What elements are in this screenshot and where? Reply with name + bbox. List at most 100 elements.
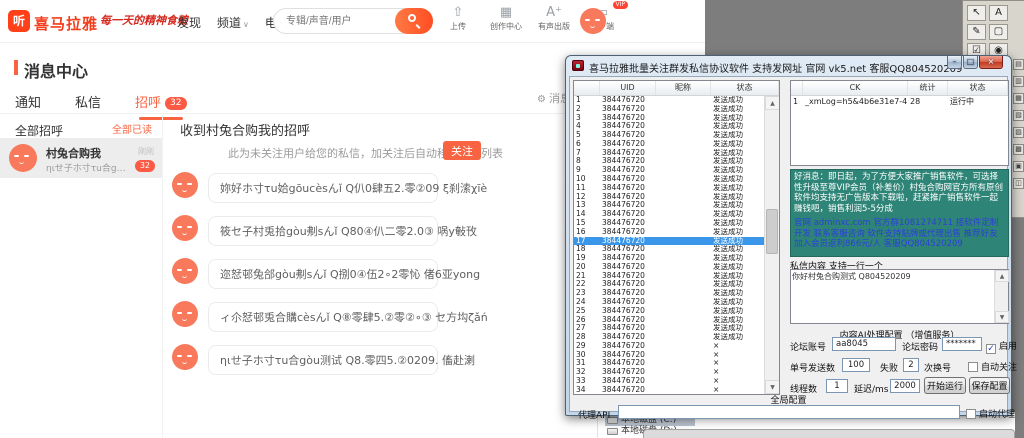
- uid-row[interactable]: 14384476720发送成功: [574, 210, 764, 219]
- search-input[interactable]: [286, 13, 391, 29]
- timer-tool-icon[interactable]: ▣: [1013, 161, 1024, 172]
- uid-list-scrollbar[interactable]: ▲ ▼: [764, 96, 779, 394]
- uid-row[interactable]: 18384476720发送成功: [574, 245, 764, 254]
- forum-password-input[interactable]: [942, 337, 982, 351]
- scroll-up-icon[interactable]: ▲: [765, 96, 780, 110]
- uid-row[interactable]: 25384476720发送成功: [574, 307, 764, 316]
- follow-button[interactable]: 关注: [443, 141, 481, 160]
- uid-row[interactable]: 12384476720发送成功: [574, 193, 764, 202]
- dialog-titlebar[interactable]: 喜马拉雅批量关注群发私信协议软件 支持发网址 官网 vk5.net 客服QQ80…: [566, 56, 1011, 76]
- uid-row[interactable]: 7384476720发送成功: [574, 149, 764, 158]
- select-cursor-icon[interactable]: ↖: [967, 5, 986, 21]
- uid-row[interactable]: 27384476720发送成功: [574, 324, 764, 333]
- tab-tool-icon[interactable]: ▧: [1013, 110, 1024, 121]
- cell-uid: 384476720: [600, 254, 656, 263]
- forum-account-input[interactable]: [832, 337, 896, 351]
- action-label: 创作中心: [488, 21, 524, 32]
- scroll-down-icon[interactable]: ▼: [995, 311, 1009, 323]
- frame-tool-icon[interactable]: ▢: [989, 24, 1008, 40]
- ximalaya-logo-icon[interactable]: 听: [8, 10, 30, 32]
- cell-uid: 384476720: [600, 149, 656, 158]
- uid-row[interactable]: 21384476720发送成功: [574, 272, 764, 281]
- delay-input[interactable]: [890, 379, 920, 393]
- uid-row[interactable]: 4384476720发送成功: [574, 122, 764, 131]
- nav-item-发现[interactable]: 发现: [177, 14, 201, 31]
- menu-tool-icon[interactable]: ▨: [1013, 127, 1024, 138]
- uid-row[interactable]: 22384476720发送成功: [574, 280, 764, 289]
- proxy-checkbox[interactable]: 启动代理: [966, 407, 1015, 420]
- cell-index: 30: [574, 351, 600, 360]
- scrollbar-thumb[interactable]: [766, 209, 778, 254]
- private-message-input[interactable]: 你好村兔合购测式 Q804520209: [792, 271, 992, 322]
- uid-row[interactable]: 30384476720×: [574, 351, 764, 360]
- uid-row[interactable]: 5384476720发送成功: [574, 131, 764, 140]
- action-upload[interactable]: ⇧上传: [440, 4, 476, 32]
- list-tool-icon[interactable]: ▤: [1013, 59, 1024, 70]
- uid-row[interactable]: 31384476720×: [574, 359, 764, 368]
- uid-row[interactable]: 11384476720发送成功: [574, 184, 764, 193]
- cell-index: 7: [574, 149, 600, 158]
- uid-list-header[interactable]: UID昵称状态: [574, 81, 779, 96]
- close-icon[interactable]: ×: [979, 56, 1003, 69]
- per-account-input[interactable]: [842, 358, 870, 372]
- enable-checkbox[interactable]: ✓启用: [986, 339, 1017, 354]
- app-icon: [572, 60, 584, 71]
- cat-avatar: [9, 144, 37, 172]
- scroll-down-icon[interactable]: ▼: [765, 380, 780, 394]
- start-button[interactable]: 开始运行: [924, 377, 966, 394]
- uid-row[interactable]: 29384476720×: [574, 342, 764, 351]
- save-config-button[interactable]: 保存配置: [969, 377, 1010, 394]
- edit-tool-icon[interactable]: ✎: [967, 24, 986, 40]
- uid-row[interactable]: 17384476720发送成功: [574, 237, 764, 246]
- uid-row[interactable]: 6384476720发送成功: [574, 140, 764, 149]
- cell-uid: 384476720: [600, 219, 656, 228]
- cell-uid: 384476720: [600, 114, 656, 123]
- grid-tool-icon[interactable]: ▦: [1013, 93, 1024, 104]
- uid-row[interactable]: 3384476720发送成功: [574, 114, 764, 123]
- uid-row[interactable]: 10384476720发送成功: [574, 175, 764, 184]
- cell-index: 4: [574, 122, 600, 131]
- cell-uid: 384476720: [600, 377, 656, 386]
- mark-all-read-link[interactable]: 全部已读: [112, 121, 152, 136]
- uid-row[interactable]: 24384476720发送成功: [574, 298, 764, 307]
- uid-row[interactable]: 9384476720发送成功: [574, 166, 764, 175]
- cell-index: 18: [574, 245, 600, 254]
- ximalaya-logo-text[interactable]: 喜马拉雅: [34, 13, 98, 34]
- uid-row[interactable]: 32384476720×: [574, 368, 764, 377]
- uid-row[interactable]: 26384476720发送成功: [574, 316, 764, 325]
- uid-row[interactable]: 23384476720发送成功: [574, 289, 764, 298]
- action-audio-publish[interactable]: A⁺有声出版: [536, 4, 572, 32]
- user-avatar[interactable]: [580, 8, 606, 34]
- uid-row[interactable]: 2384476720发送成功: [574, 105, 764, 114]
- uid-row[interactable]: 28384476720发送成功: [574, 333, 764, 342]
- message-scrollbar[interactable]: ▲ ▼: [994, 270, 1008, 323]
- uid-row[interactable]: 8384476720发送成功: [574, 157, 764, 166]
- nav-item-频道[interactable]: 频道∨: [217, 14, 249, 31]
- auto-follow-checkbox[interactable]: 自动关注: [968, 360, 1017, 373]
- fail-count-input[interactable]: [903, 358, 919, 372]
- threads-input[interactable]: [826, 379, 848, 393]
- label-tool-icon[interactable]: A: [989, 5, 1008, 21]
- conversation-item[interactable]: 村兔合购我 刚刚 ηιせ子ホ寸τu合gòu测试 Q… 32: [0, 138, 162, 178]
- proxy-api-input[interactable]: [618, 405, 960, 419]
- data-tool-icon[interactable]: ◫: [1013, 178, 1024, 189]
- uid-row[interactable]: 16384476720发送成功: [574, 228, 764, 237]
- action-creation-center[interactable]: ▦创作中心: [488, 4, 524, 32]
- uid-row[interactable]: 19384476720发送成功: [574, 254, 764, 263]
- uid-row[interactable]: 1384476720发送成功: [574, 96, 764, 105]
- uid-row[interactable]: 33384476720×: [574, 377, 764, 386]
- scroll-up-icon[interactable]: ▲: [995, 270, 1009, 282]
- search-button[interactable]: [395, 8, 433, 34]
- ck-row[interactable]: 1_xmLog=h5&4b6e31e7-4...28运行中: [791, 96, 1008, 107]
- cell-index: 20: [574, 263, 600, 272]
- uid-row[interactable]: 13384476720发送成功: [574, 201, 764, 210]
- combo-tool-icon[interactable]: ▥: [1013, 76, 1024, 87]
- cell-uid: 384476720: [600, 351, 656, 360]
- uid-row[interactable]: 15384476720发送成功: [574, 219, 764, 228]
- ck-list-header[interactable]: CK统计状态: [791, 81, 1008, 96]
- minimize-icon[interactable]: –: [947, 56, 962, 69]
- cell-index: 17: [574, 237, 600, 246]
- uid-row[interactable]: 20384476720发送成功: [574, 263, 764, 272]
- maximize-icon[interactable]: □: [963, 56, 978, 69]
- image-tool-icon[interactable]: ▩: [1013, 144, 1024, 155]
